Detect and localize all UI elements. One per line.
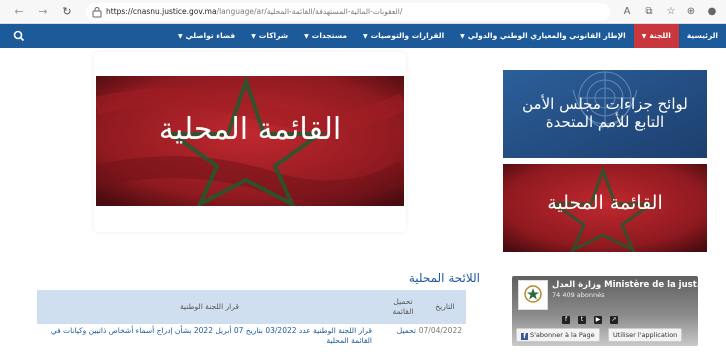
address-bar[interactable]: https://cnasnu.justice.gov.ma/language/a… [86, 3, 610, 21]
table-header: التاريخ تحميل القائمة قرار اللجنة الوطني… [37, 290, 466, 324]
collections-icon[interactable]: ⊕ [684, 5, 698, 19]
chevron-down-icon: ▼ [304, 33, 309, 40]
ministry-logo [518, 280, 548, 310]
chevron-down-icon: ▼ [251, 33, 256, 40]
table-row: 07/04/2022 تحميل قرار اللجنة الوطنية عدد… [37, 324, 466, 350]
un-sanctions-banner[interactable]: لوائح جزاءات مجلس الأمن التابع للأمم الم… [503, 70, 707, 158]
col-date-header: التاريخ [435, 302, 455, 311]
read-aloud-icon[interactable]: A [620, 5, 634, 19]
twitter-icon[interactable]: t [578, 316, 586, 324]
nav-item-5[interactable]: شراكات▼ [243, 24, 296, 48]
chevron-down-icon: ▼ [641, 33, 647, 40]
fb-action-icons: f t ▶ ↗ [562, 316, 618, 324]
nav-item-2[interactable]: الإطار القانوني والمعياري الوطني والدولي… [452, 24, 634, 48]
section-title: اللائحة المحلية [408, 271, 480, 285]
col-decision-header: قرار اللجنة الوطنية [180, 302, 239, 311]
hero-card: القائمة المحلية [94, 52, 406, 232]
lock-icon [92, 7, 102, 18]
local-banner-text: القائمة المحلية [547, 192, 663, 214]
fb-subscribers: 74 409 abonnés [552, 291, 605, 299]
url-text: https://cnasnu.justice.gov.ma/language/a… [106, 7, 403, 16]
back-icon[interactable]: ← [12, 5, 26, 19]
subscribe-page-button[interactable]: f S'abonner à la Page [516, 328, 600, 342]
un-banner-line1: لوائح جزاءات مجلس الأمن [522, 95, 688, 113]
nav-item-6[interactable]: فضاء تواصلي▼ [170, 24, 243, 48]
reload-icon[interactable]: ↻ [60, 5, 74, 19]
chevron-down-icon: ▼ [460, 33, 465, 40]
local-list-hero-image: القائمة المحلية [96, 76, 404, 206]
un-banner-line2: التابع للأمم المتحدة [545, 113, 665, 131]
tab-icon[interactable]: ⧉ [642, 5, 656, 19]
use-app-button[interactable]: Utiliser l'application [608, 328, 683, 342]
chevron-down-icon: ▼ [362, 33, 368, 40]
nav-item-4[interactable]: مستجدات▼ [296, 24, 355, 48]
facebook-icon[interactable]: f [562, 316, 570, 324]
row-decision-link[interactable]: قرار اللجنة الوطنية عدد 03/2022 بتاريخ 0… [37, 326, 372, 346]
sidebar-banners: لوائح جزاءات مجلس الأمن التابع للأمم الم… [495, 62, 715, 262]
local-list-banner[interactable]: القائمة المحلية [503, 164, 707, 252]
favorites-star-icon[interactable]: ☆ [664, 5, 678, 19]
external-link-icon[interactable]: ↗ [610, 316, 618, 324]
row-download-link[interactable]: تحميل [397, 326, 416, 336]
nav-item-0[interactable]: الرئيسية [679, 24, 726, 48]
nav-item-1[interactable]: اللجنة▼ [633, 24, 679, 48]
facebook-page-widget[interactable]: وزارة العدل Ministère de la just... 74 4… [512, 276, 698, 346]
fb-page-name: وزارة العدل Ministère de la just... [552, 280, 698, 290]
youtube-icon[interactable]: ▶ [594, 316, 602, 324]
nav-item-3[interactable]: القرارات والتوصيات▼ [355, 24, 452, 48]
search-icon[interactable] [12, 29, 26, 43]
row-date: 07/04/2022 [418, 326, 462, 335]
hero-banner-text: القائمة المحلية [158, 112, 342, 147]
profile-icon[interactable]: ● [705, 5, 719, 19]
chevron-down-icon: ▼ [178, 33, 183, 40]
browser-toolbar: ← → ↻ https://cnasnu.justice.gov.ma/lang… [0, 0, 726, 24]
main-navigation: الرئيسية اللجنة▼ الإطار القانوني والمعياري… [0, 24, 726, 48]
col-download-header: تحميل القائمة [392, 297, 414, 316]
forward-icon[interactable]: → [36, 5, 50, 19]
